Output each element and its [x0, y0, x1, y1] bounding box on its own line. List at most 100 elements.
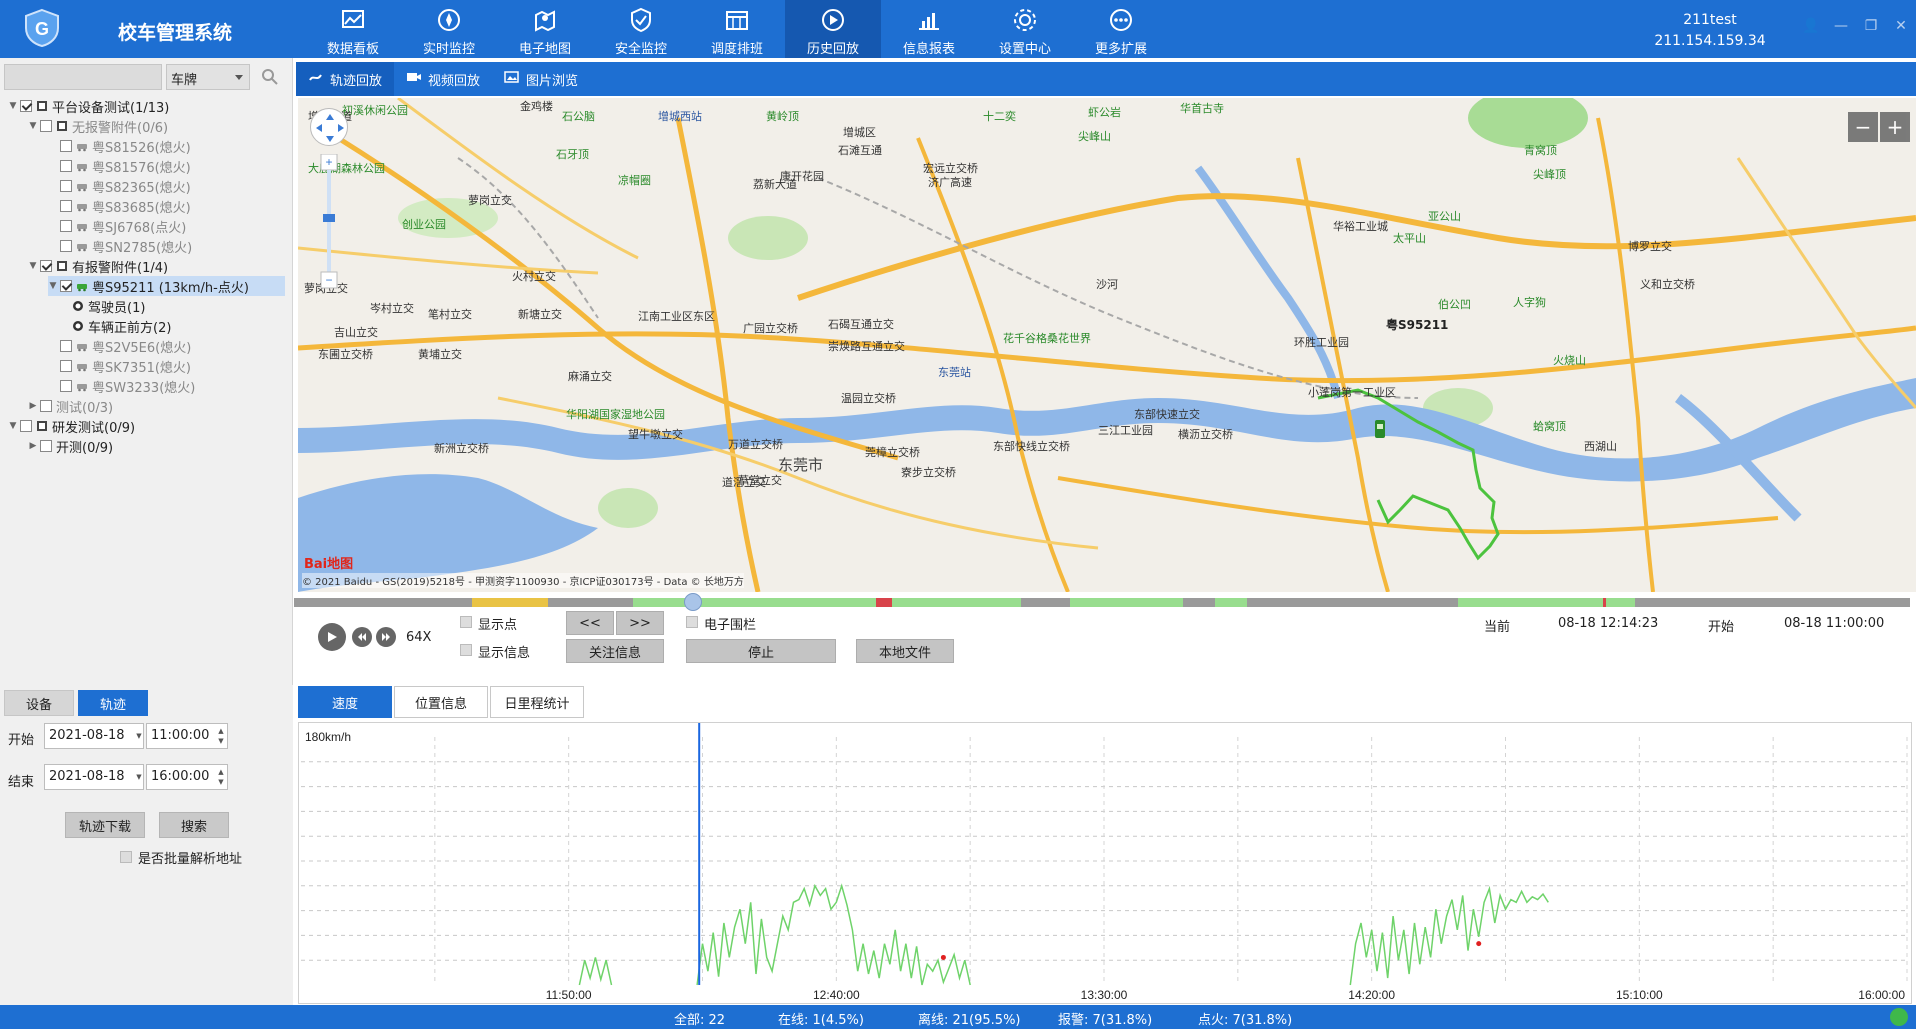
- expand-toggle-icon[interactable]: ▼: [28, 261, 38, 271]
- nav-item-7[interactable]: 设置中心: [977, 0, 1073, 58]
- tree-node[interactable]: 粤S83685(熄火): [48, 196, 191, 216]
- tree-checkbox[interactable]: [20, 100, 32, 112]
- nav-item-3[interactable]: 安全监控: [593, 0, 689, 58]
- pan-control-icon[interactable]: [310, 108, 348, 146]
- follow-info-button[interactable]: 关注信息: [566, 639, 664, 663]
- expand-toggle-icon[interactable]: ▼: [28, 121, 38, 131]
- end-date-dropdown-icon[interactable]: ▼: [134, 764, 144, 790]
- subtab-track[interactable]: 轨迹回放: [296, 62, 395, 96]
- tree-node[interactable]: 驾驶员(1): [72, 296, 145, 316]
- tree-node[interactable]: 粤SN2785(熄火): [48, 236, 192, 256]
- tree-node-label: 研发测试(0/9): [52, 420, 136, 436]
- tree-node[interactable]: 粤S2V5E6(熄火): [48, 336, 191, 356]
- track-download-button[interactable]: 轨迹下载: [65, 812, 145, 838]
- user-icon[interactable]: 👤: [1800, 18, 1822, 34]
- batch-parse-checkbox[interactable]: [120, 851, 132, 863]
- tree-node[interactable]: 粤S81576(熄火): [48, 156, 191, 176]
- timeline-handle[interactable]: [684, 593, 703, 611]
- alarm-point[interactable]: [1476, 941, 1482, 947]
- local-file-button[interactable]: 本地文件: [856, 639, 954, 663]
- map-view[interactable]: 东莞市 增城区 石滩互通 济广高速 增城西站 荔新大道 石碣互通立交 崇焕路互通立交 东莞站 广园…: [298, 98, 1916, 592]
- expand-toggle-icon[interactable]: ▼: [48, 281, 58, 291]
- nav-item-0[interactable]: 数据看板: [305, 0, 401, 58]
- chart-tab-2[interactable]: 日里程统计: [490, 686, 584, 718]
- tab-device[interactable]: 设备: [4, 690, 74, 716]
- end-time-spinner-icon[interactable]: ▲ ▼: [216, 764, 226, 790]
- map-zoom-out-button[interactable]: −: [1848, 112, 1878, 142]
- restore-icon[interactable]: ❐: [1860, 18, 1882, 34]
- map-zoom-in-button[interactable]: +: [1880, 112, 1910, 142]
- tree-checkbox[interactable]: [20, 420, 32, 432]
- tree-checkbox[interactable]: [60, 160, 72, 172]
- tree-node[interactable]: ▶ 开测(0/9): [28, 436, 113, 456]
- tree-checkbox[interactable]: [60, 200, 72, 212]
- tree-checkbox[interactable]: [40, 260, 52, 272]
- tree-node[interactable]: ▼ 平台设备测试(1/13): [8, 96, 169, 116]
- tree-checkbox[interactable]: [60, 280, 72, 292]
- tree-node[interactable]: 粤SK7351(熄火): [48, 356, 191, 376]
- tree-node[interactable]: 车辆正前方(2): [72, 316, 171, 336]
- tree-node[interactable]: 粤S81526(熄火): [48, 136, 191, 156]
- chart-tab-1[interactable]: 位置信息: [394, 686, 488, 718]
- chart-tab-0[interactable]: 速度: [298, 686, 392, 718]
- prev-point-button[interactable]: <<: [566, 611, 614, 635]
- tree-node[interactable]: ▼ 无报警附件(0/6): [28, 116, 168, 136]
- tree-checkbox[interactable]: [40, 120, 52, 132]
- tree-checkbox[interactable]: [60, 360, 72, 372]
- nav-item-6[interactable]: 信息报表: [881, 0, 977, 58]
- tree-checkbox[interactable]: [60, 140, 72, 152]
- start-date-dropdown-icon[interactable]: ▼: [134, 723, 144, 749]
- minimize-icon[interactable]: —: [1830, 18, 1852, 34]
- nav-item-5[interactable]: 历史回放: [785, 0, 881, 58]
- tree-node[interactable]: 粤SW3233(熄火): [48, 376, 195, 396]
- nav-item-8[interactable]: 更多扩展: [1073, 0, 1169, 58]
- tree-node[interactable]: ▼ 粤S95211 (13km/h-点火): [48, 276, 285, 296]
- start-date-input[interactable]: 2021-08-18: [44, 723, 144, 749]
- tree-node[interactable]: 粤SJ6768(点火): [48, 216, 186, 236]
- nav-item-4[interactable]: 调度排班: [689, 0, 785, 58]
- start-time-spinner-icon[interactable]: ▲ ▼: [216, 723, 226, 749]
- nav-item-1[interactable]: 实时监控: [401, 0, 497, 58]
- close-icon[interactable]: ✕: [1890, 18, 1912, 34]
- sound-icon[interactable]: [1890, 1008, 1908, 1026]
- play-button[interactable]: [318, 623, 346, 651]
- nav-item-2[interactable]: 电子地图: [497, 0, 593, 58]
- tree-node[interactable]: ▶ 测试(0/3): [28, 396, 113, 416]
- subtab-video[interactable]: 视频回放: [394, 62, 492, 96]
- subtab-image[interactable]: 图片浏览: [492, 62, 590, 96]
- show-info-checkbox[interactable]: [460, 644, 472, 656]
- expand-toggle-icon[interactable]: ▼: [8, 101, 18, 111]
- expand-toggle-icon[interactable]: ▶: [28, 441, 38, 451]
- tree-checkbox[interactable]: [60, 340, 72, 352]
- playback-timeline[interactable]: [294, 593, 1910, 611]
- vehicle-search-input[interactable]: [4, 64, 162, 90]
- electronic-fence-checkbox[interactable]: [686, 616, 698, 628]
- speed-chart[interactable]: 180km/h 11:50:00 12:40:00 13:30:00 14:20:00 1…: [298, 722, 1912, 1004]
- tree-checkbox[interactable]: [60, 220, 72, 232]
- stop-button[interactable]: 停止: [686, 639, 836, 663]
- tree-checkbox[interactable]: [60, 180, 72, 192]
- search-button[interactable]: 搜索: [159, 812, 229, 838]
- map-place-label: 温园立交桥: [841, 392, 896, 405]
- expand-toggle-icon[interactable]: ▼: [8, 421, 18, 431]
- end-date-input[interactable]: 2021-08-18: [44, 764, 144, 790]
- vehicle-plate-label[interactable]: 粤S95211: [1386, 316, 1448, 333]
- zoom-slider[interactable]: + −: [320, 154, 338, 290]
- rewind-button[interactable]: [352, 627, 372, 647]
- next-point-button[interactable]: >>: [616, 611, 664, 635]
- tree-checkbox[interactable]: [40, 400, 52, 412]
- tree-node[interactable]: ▼ 有报警附件(1/4): [28, 256, 168, 276]
- tree-node[interactable]: ▼ 研发测试(0/9): [8, 416, 135, 436]
- tree-checkbox[interactable]: [60, 240, 72, 252]
- playback-speed[interactable]: 64X: [406, 630, 431, 645]
- show-points-checkbox[interactable]: [460, 616, 472, 628]
- tree-node[interactable]: 粤S82365(熄火): [48, 176, 191, 196]
- tree-checkbox[interactable]: [40, 440, 52, 452]
- expand-toggle-icon[interactable]: ▶: [28, 401, 38, 411]
- tab-track[interactable]: 轨迹: [78, 690, 148, 716]
- search-icon[interactable]: [260, 67, 280, 87]
- alarm-point[interactable]: [940, 954, 946, 960]
- search-type-select[interactable]: 车牌: [166, 64, 250, 90]
- tree-checkbox[interactable]: [60, 380, 72, 392]
- fast-forward-button[interactable]: [376, 627, 396, 647]
